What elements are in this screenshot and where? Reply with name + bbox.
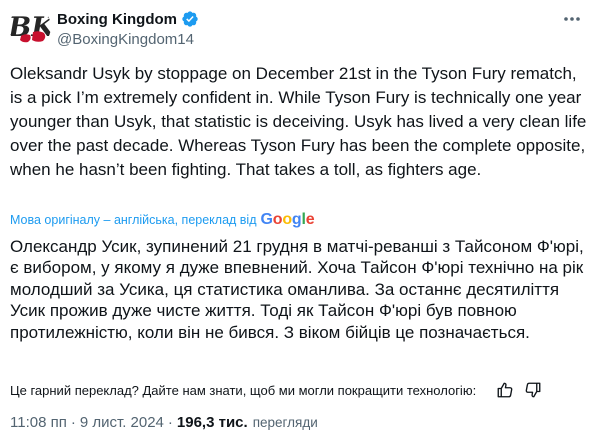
- avatar[interactable]: BK: [9, 6, 51, 48]
- thumbs-up-icon[interactable]: [494, 379, 516, 401]
- translation-attribution[interactable]: Мова оригіналу – англійська, переклад ві…: [10, 211, 315, 229]
- verified-badge-icon: [181, 10, 199, 28]
- translation-label[interactable]: Мова оригіналу – англійська, переклад ві…: [10, 213, 257, 227]
- author-display-name[interactable]: Boxing Kingdom: [57, 11, 177, 28]
- tweet-time[interactable]: 11:08 пп: [10, 414, 67, 431]
- more-options-icon[interactable]: [561, 10, 583, 28]
- meta-separator: ·: [167, 413, 173, 431]
- author-name-row[interactable]: Boxing Kingdom: [57, 9, 199, 29]
- boxing-kingdom-logo: BK: [9, 6, 51, 48]
- translated-text: Олександр Усик, зупинений 21 грудня в ма…: [10, 237, 584, 342]
- translation-feedback: Це гарний переклад? Дайте нам знати, щоб…: [10, 379, 595, 401]
- views-count: 196,3 тис.: [176, 413, 248, 431]
- views-label: перегляди: [252, 414, 318, 430]
- tweet-meta: 11:08 пп · 9 лист. 2024 · 196,3 тис. пер…: [10, 412, 318, 432]
- feedback-prompt: Це гарний переклад? Дайте нам знати, щоб…: [10, 382, 477, 398]
- tweet-text: Oleksandr Usyk by stoppage on December 2…: [10, 64, 587, 179]
- tweet-card: BK Boxing Kingdom @BoxingKingdom14 Oleks…: [0, 0, 604, 442]
- google-logo: Google: [260, 211, 315, 228]
- tweet-date[interactable]: 9 лист. 2024: [80, 414, 164, 431]
- author-handle[interactable]: @BoxingKingdom14: [57, 31, 194, 48]
- meta-separator: ·: [70, 413, 76, 431]
- thumbs-down-icon[interactable]: [522, 379, 544, 401]
